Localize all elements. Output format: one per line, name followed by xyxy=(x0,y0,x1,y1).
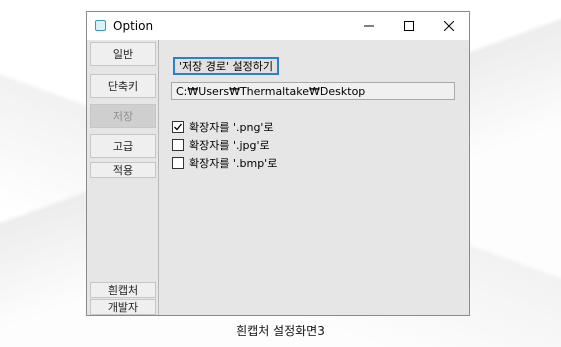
bmp-option-label: 확장자를 '.bmp'로 xyxy=(189,157,278,170)
sidebar-item-save[interactable]: 저장 xyxy=(90,104,156,128)
sidebar-item-about[interactable]: 흰캡처 xyxy=(90,282,156,298)
maximize-icon xyxy=(404,21,414,31)
jpg-option-label: 확장자를 '.jpg'로 xyxy=(189,139,270,152)
sidebar: 일반 단축키 저장 고급 적용 흰캡처 개발자 xyxy=(87,40,159,315)
title-bar[interactable]: Option xyxy=(87,12,469,40)
close-icon xyxy=(444,21,454,31)
close-button[interactable] xyxy=(429,12,469,40)
bmp-checkbox[interactable] xyxy=(172,157,184,169)
sidebar-item-advanced[interactable]: 고급 xyxy=(90,134,156,158)
window-controls xyxy=(349,12,469,40)
minimize-button[interactable] xyxy=(349,12,389,40)
screenshot-caption: 흰캡처 설정화면3 xyxy=(236,324,325,338)
maximize-button[interactable] xyxy=(389,12,429,40)
png-option[interactable]: 확장자를 '.png'로 xyxy=(172,119,274,135)
minimize-icon xyxy=(364,25,374,27)
check-icon xyxy=(174,123,183,131)
option-window: Option 일반 단축키 저장 고급 적용 흰캡처 개발자 '저장 경로' 설… xyxy=(86,11,470,316)
app-icon xyxy=(95,20,107,32)
set-save-path-button[interactable]: '저장 경로' 설정하기 xyxy=(173,57,280,75)
sidebar-item-apply[interactable]: 적용 xyxy=(90,162,156,178)
jpg-checkbox[interactable] xyxy=(172,139,184,151)
sidebar-item-developer[interactable]: 개발자 xyxy=(90,299,156,315)
png-option-label: 확장자를 '.png'로 xyxy=(189,121,274,134)
sidebar-item-shortcuts[interactable]: 단축키 xyxy=(90,74,156,98)
jpg-option[interactable]: 확장자를 '.jpg'로 xyxy=(172,137,270,153)
save-settings-panel: '저장 경로' 설정하기 C:₩Users₩Thermaltake₩Deskto… xyxy=(159,40,469,315)
save-path-field[interactable]: C:₩Users₩Thermaltake₩Desktop xyxy=(171,82,455,100)
png-checkbox[interactable] xyxy=(172,121,184,133)
bmp-option[interactable]: 확장자를 '.bmp'로 xyxy=(172,155,277,171)
window-title: Option xyxy=(113,19,154,33)
sidebar-item-general[interactable]: 일반 xyxy=(90,42,156,66)
